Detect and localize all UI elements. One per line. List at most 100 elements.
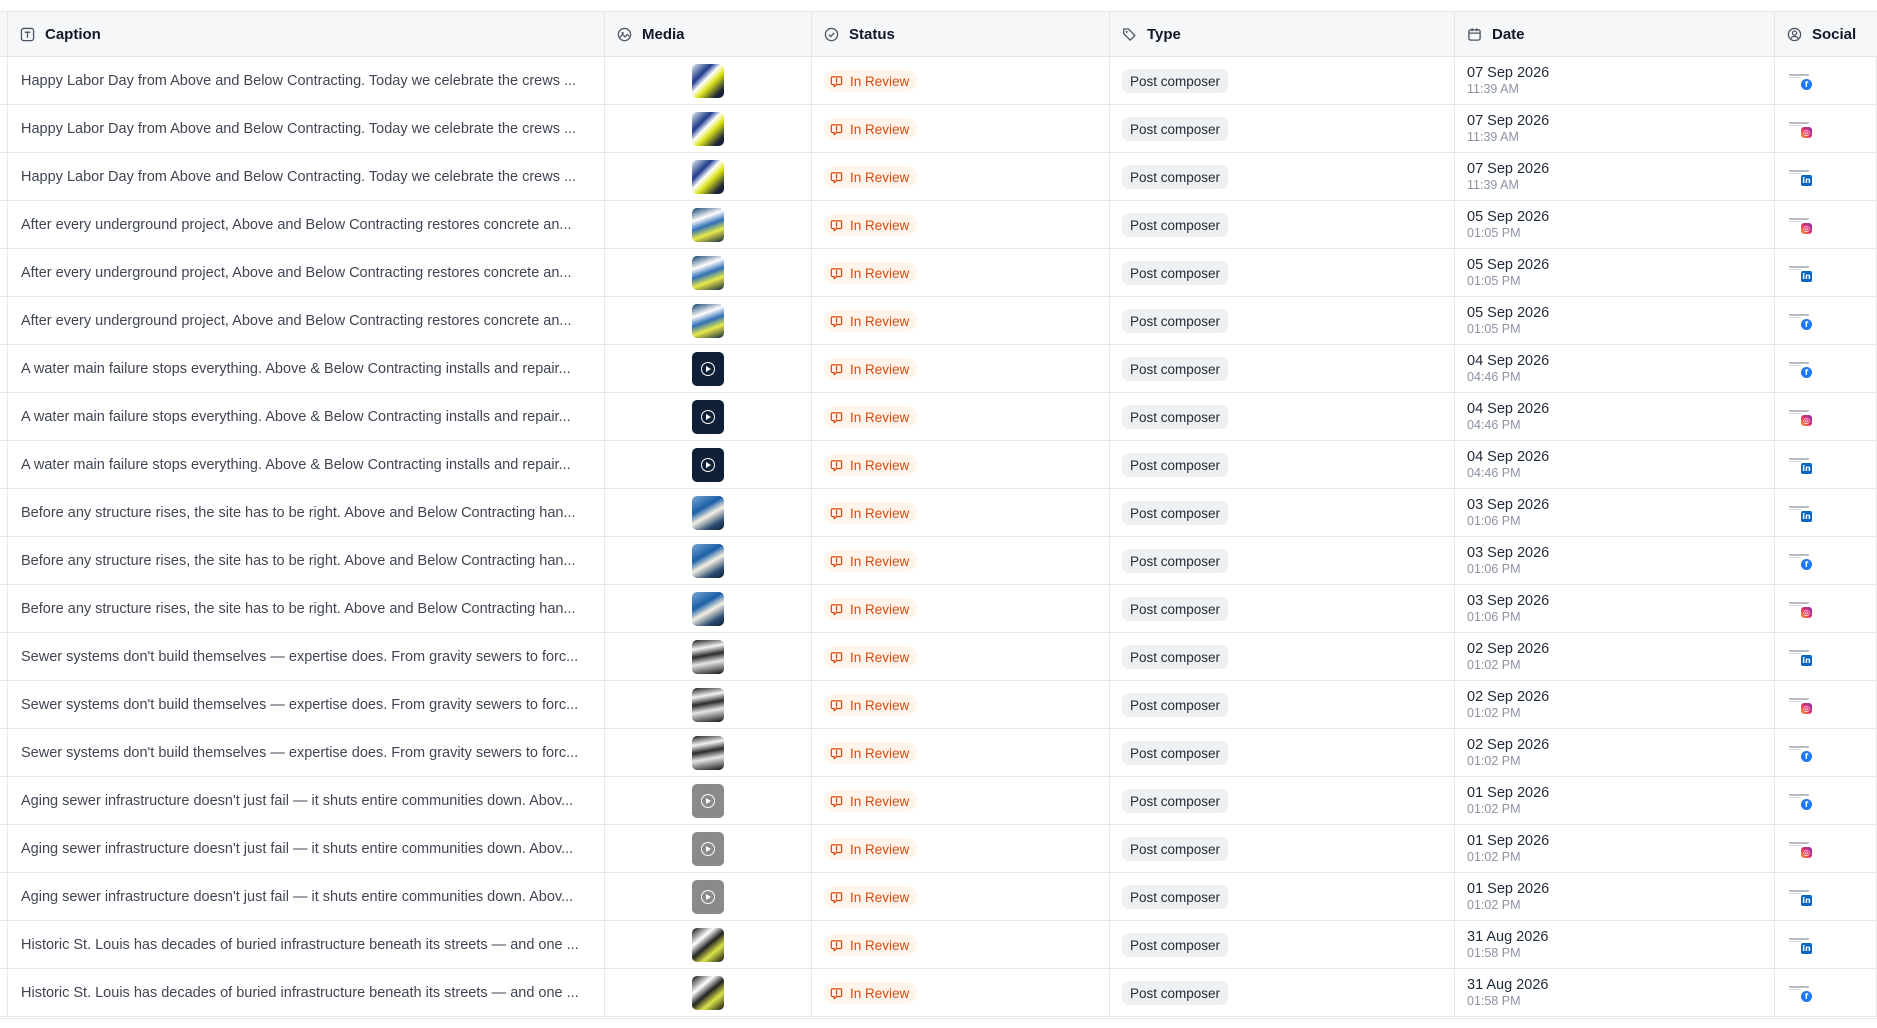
status-badge[interactable]: In Review [824,694,918,716]
row-handle[interactable] [0,537,8,585]
image-thumbnail[interactable] [692,304,724,338]
media-cell[interactable] [605,777,812,825]
type-cell[interactable]: Post composer [1110,297,1455,345]
image-thumbnail[interactable] [692,592,724,626]
table-row[interactable]: Aging sewer infrastructure doesn't just … [0,873,1877,921]
media-cell[interactable] [605,969,812,1017]
row-handle[interactable] [0,201,8,249]
social-cell[interactable]: ◎ [1775,585,1877,633]
caption-cell[interactable]: Historic St. Louis has decades of buried… [8,921,605,969]
media-cell[interactable] [605,249,812,297]
table-row[interactable]: Before any structure rises, the site has… [0,537,1877,585]
date-cell[interactable]: 07 Sep 2026 11:39 AM [1455,153,1775,201]
type-cell[interactable]: Post composer [1110,105,1455,153]
status-badge[interactable]: In Review [824,598,918,620]
table-row[interactable]: After every underground project, Above a… [0,201,1877,249]
status-badge[interactable]: In Review [824,886,918,908]
table-row[interactable]: Before any structure rises, the site has… [0,585,1877,633]
caption-cell[interactable]: Aging sewer infrastructure doesn't just … [8,777,605,825]
social-cell[interactable]: in [1775,153,1877,201]
status-cell[interactable]: In Review [812,441,1110,489]
caption-cell[interactable]: Happy Labor Day from Above and Below Con… [8,105,605,153]
row-handle[interactable] [0,393,8,441]
video-thumbnail[interactable] [692,448,724,482]
caption-cell[interactable]: Aging sewer infrastructure doesn't just … [8,825,605,873]
status-badge[interactable]: In Review [824,310,918,332]
row-handle[interactable] [0,489,8,537]
table-row[interactable]: Aging sewer infrastructure doesn't just … [0,825,1877,873]
media-cell[interactable] [605,297,812,345]
row-handle[interactable] [0,249,8,297]
row-handle[interactable] [0,345,8,393]
table-row[interactable]: After every underground project, Above a… [0,297,1877,345]
status-badge[interactable]: In Review [824,790,918,812]
image-thumbnail[interactable] [692,64,724,98]
table-row[interactable]: A water main failure stops everything. A… [0,393,1877,441]
table-row[interactable]: After every underground project, Above a… [0,249,1877,297]
image-thumbnail[interactable] [692,112,724,146]
type-cell[interactable]: Post composer [1110,921,1455,969]
caption-cell[interactable]: After every underground project, Above a… [8,297,605,345]
image-thumbnail[interactable] [692,976,724,1010]
status-cell[interactable]: In Review [812,249,1110,297]
status-badge[interactable]: In Review [824,358,918,380]
type-cell[interactable]: Post composer [1110,441,1455,489]
social-cell[interactable]: f [1775,969,1877,1017]
image-thumbnail[interactable] [692,544,724,578]
status-badge[interactable]: In Review [824,166,918,188]
type-cell[interactable]: Post composer [1110,873,1455,921]
status-cell[interactable]: In Review [812,681,1110,729]
date-cell[interactable]: 07 Sep 2026 11:39 AM [1455,105,1775,153]
video-thumbnail[interactable] [692,832,724,866]
social-cell[interactable]: ◎ [1775,681,1877,729]
image-thumbnail[interactable] [692,496,724,530]
row-handle[interactable] [0,729,8,777]
type-cell[interactable]: Post composer [1110,825,1455,873]
status-cell[interactable]: In Review [812,585,1110,633]
social-cell[interactable]: in [1775,249,1877,297]
date-cell[interactable]: 07 Sep 2026 11:39 AM [1455,57,1775,105]
table-row[interactable]: Sewer systems don't build themselves — e… [0,633,1877,681]
type-cell[interactable]: Post composer [1110,585,1455,633]
status-cell[interactable]: In Review [812,153,1110,201]
caption-cell[interactable]: After every underground project, Above a… [8,249,605,297]
video-thumbnail[interactable] [692,784,724,818]
date-cell[interactable]: 01 Sep 2026 01:02 PM [1455,777,1775,825]
status-badge[interactable]: In Review [824,118,918,140]
caption-cell[interactable]: Sewer systems don't build themselves — e… [8,633,605,681]
caption-cell[interactable]: Sewer systems don't build themselves — e… [8,729,605,777]
row-handle[interactable] [0,297,8,345]
date-cell[interactable]: 04 Sep 2026 04:46 PM [1455,441,1775,489]
date-cell[interactable]: 02 Sep 2026 01:02 PM [1455,729,1775,777]
table-row[interactable]: A water main failure stops everything. A… [0,441,1877,489]
row-handle[interactable] [0,585,8,633]
type-cell[interactable]: Post composer [1110,537,1455,585]
row-handle[interactable] [0,921,8,969]
date-cell[interactable]: 01 Sep 2026 01:02 PM [1455,873,1775,921]
status-cell[interactable]: In Review [812,969,1110,1017]
media-cell[interactable] [605,873,812,921]
social-cell[interactable]: ◎ [1775,201,1877,249]
status-badge[interactable]: In Review [824,982,918,1004]
image-thumbnail[interactable] [692,928,724,962]
status-cell[interactable]: In Review [812,201,1110,249]
status-cell[interactable]: In Review [812,729,1110,777]
media-cell[interactable] [605,585,812,633]
caption-cell[interactable]: A water main failure stops everything. A… [8,441,605,489]
video-thumbnail[interactable] [692,352,724,386]
date-cell[interactable]: 05 Sep 2026 01:05 PM [1455,297,1775,345]
type-cell[interactable]: Post composer [1110,393,1455,441]
caption-cell[interactable]: Historic St. Louis has decades of buried… [8,969,605,1017]
row-handle[interactable] [0,969,8,1017]
table-row[interactable]: Before any structure rises, the site has… [0,489,1877,537]
status-badge[interactable]: In Review [824,70,918,92]
type-cell[interactable]: Post composer [1110,57,1455,105]
social-cell[interactable]: f [1775,777,1877,825]
status-cell[interactable]: In Review [812,825,1110,873]
caption-cell[interactable]: Happy Labor Day from Above and Below Con… [8,153,605,201]
status-badge[interactable]: In Review [824,550,918,572]
row-handle[interactable] [0,153,8,201]
type-cell[interactable]: Post composer [1110,249,1455,297]
video-thumbnail[interactable] [692,880,724,914]
table-row[interactable]: A water main failure stops everything. A… [0,345,1877,393]
